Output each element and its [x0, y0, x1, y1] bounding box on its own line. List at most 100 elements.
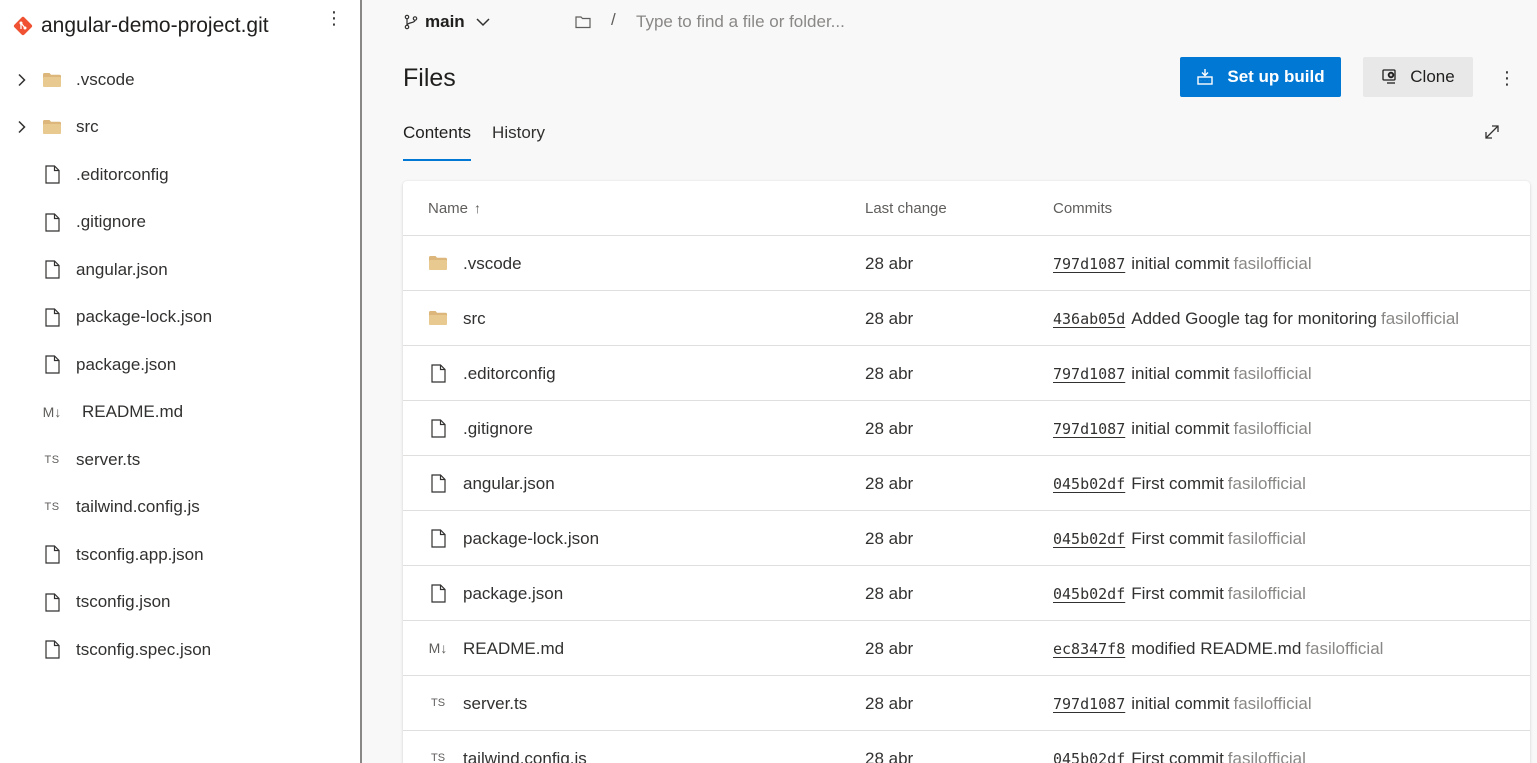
- tab-contents[interactable]: Contents: [403, 120, 472, 161]
- tree-item[interactable]: tsconfig.spec.json: [0, 626, 360, 674]
- file-icon: [428, 473, 448, 493]
- tree-item[interactable]: TS tailwind.config.js: [0, 484, 360, 532]
- page-title: Files: [403, 64, 456, 92]
- file-name[interactable]: tailwind.config.js: [463, 749, 587, 763]
- typescript-icon: TS: [44, 501, 60, 514]
- file-name[interactable]: package-lock.json: [463, 529, 599, 549]
- table-row[interactable]: .editorconfig 28 abr 797d1087 initial commi…: [403, 346, 1530, 401]
- table-row[interactable]: angular.json 28 abr 045b02df First commit fa…: [403, 456, 1530, 511]
- commit-hash-link[interactable]: 797d1087: [1053, 365, 1125, 383]
- typescript-icon: TS: [44, 453, 60, 466]
- file-icon: [42, 355, 62, 375]
- commit-cell: 045b02df First commit fasilofficial: [1053, 529, 1463, 549]
- commit-hash-link[interactable]: 045b02df: [1053, 530, 1125, 548]
- tree-item[interactable]: TS server.ts: [0, 436, 360, 484]
- commit-message: First commit: [1131, 529, 1224, 548]
- last-change-date: 28 abr: [865, 309, 914, 328]
- folder-icon: [428, 308, 448, 328]
- commit-author: fasilofficial: [1227, 529, 1306, 548]
- tree-item[interactable]: src: [0, 104, 360, 152]
- fullscreen-expand-icon[interactable]: [1482, 122, 1502, 142]
- file-name[interactable]: .gitignore: [463, 419, 533, 439]
- table-row[interactable]: M↓ README.md 28 abr ec8347f8 modified README…: [403, 621, 1530, 676]
- tree-item-label: package.json: [76, 354, 177, 374]
- commit-hash-link[interactable]: ec8347f8: [1053, 640, 1125, 658]
- commit-author: fasilofficial: [1227, 749, 1306, 763]
- table-row[interactable]: src 28 abr 436ab05d Added Google tag for mo…: [403, 291, 1530, 346]
- column-header-name[interactable]: Name ↑: [428, 200, 481, 217]
- tree-item[interactable]: tsconfig.json: [0, 579, 360, 627]
- commit-author: fasilofficial: [1233, 419, 1312, 438]
- tree-item[interactable]: angular.json: [0, 246, 360, 294]
- tree-item[interactable]: .vscode: [0, 56, 360, 104]
- clone-button[interactable]: Clone: [1363, 57, 1473, 97]
- more-actions-icon[interactable]: ⋮: [1495, 66, 1519, 90]
- table-row[interactable]: package.json 28 abr 045b02df First commit fa…: [403, 566, 1530, 621]
- table-row[interactable]: package-lock.json 28 abr 045b02df First com…: [403, 511, 1530, 566]
- build-pipeline-icon: [1196, 68, 1214, 86]
- table-row[interactable]: .vscode 28 abr 797d1087 initial commit fasil…: [403, 236, 1530, 291]
- file-name[interactable]: src: [463, 309, 486, 329]
- file-name[interactable]: server.ts: [463, 694, 527, 714]
- repo-header[interactable]: angular-demo-project.git: [12, 8, 352, 44]
- commit-cell: 797d1087 initial commit fasilofficial: [1053, 694, 1463, 714]
- sidebar-splitter[interactable]: [360, 0, 362, 763]
- commit-hash-link[interactable]: 797d1087: [1053, 420, 1125, 438]
- table-row[interactable]: TS server.ts 28 abr 797d1087 initial commit f…: [403, 676, 1530, 731]
- last-change-date: 28 abr: [865, 254, 914, 273]
- file-name[interactable]: package.json: [463, 584, 563, 604]
- commit-message: First commit: [1131, 474, 1224, 493]
- file-icon: [42, 640, 62, 660]
- file-name[interactable]: .vscode: [463, 254, 522, 274]
- commit-cell: 797d1087 initial commit fasilofficial: [1053, 254, 1463, 274]
- file-icon: [42, 165, 62, 185]
- tree-item-label: src: [76, 117, 99, 137]
- tree-item-label: angular.json: [76, 259, 168, 279]
- tree-item[interactable]: package.json: [0, 341, 360, 389]
- commit-hash-link[interactable]: 797d1087: [1053, 255, 1125, 273]
- setup-build-label: Set up build: [1227, 67, 1325, 86]
- path-search-input[interactable]: [636, 8, 1036, 36]
- chevron-right-icon[interactable]: [13, 119, 29, 135]
- table-header: Name ↑ Last change Commits: [403, 181, 1530, 236]
- tree-item[interactable]: .editorconfig: [0, 151, 360, 199]
- table-row[interactable]: .gitignore 28 abr 797d1087 initial commit fa…: [403, 401, 1530, 456]
- markdown-icon: M↓: [428, 640, 448, 656]
- tree-item[interactable]: package-lock.json: [0, 294, 360, 342]
- commit-cell: 045b02df First commit fasilofficial: [1053, 474, 1463, 494]
- file-icon: [42, 260, 62, 280]
- column-header-commits: Commits: [1053, 200, 1113, 217]
- tab-history[interactable]: History: [492, 120, 545, 161]
- tree-item-label: tailwind.config.js: [76, 497, 200, 517]
- last-change-date: 28 abr: [865, 419, 914, 438]
- folder-icon: [42, 117, 62, 137]
- branch-selector[interactable]: main: [403, 8, 491, 36]
- view-tabs: Contents History: [403, 120, 545, 162]
- tree-item[interactable]: M↓ README.md: [0, 389, 360, 437]
- table-row[interactable]: TS tailwind.config.js 28 abr 045b02df First …: [403, 731, 1530, 763]
- repo-more-icon[interactable]: ⋮: [322, 6, 346, 30]
- file-icon: [428, 363, 448, 383]
- commit-message: initial commit: [1131, 364, 1230, 383]
- file-name[interactable]: .editorconfig: [463, 364, 556, 384]
- file-name[interactable]: README.md: [463, 639, 564, 659]
- commit-hash-link[interactable]: 797d1087: [1053, 695, 1125, 713]
- file-icon: [42, 212, 62, 232]
- commit-hash-link[interactable]: 045b02df: [1053, 750, 1125, 763]
- tree-item[interactable]: .gitignore: [0, 199, 360, 247]
- tree-item-label: tsconfig.json: [76, 592, 171, 612]
- chevron-right-icon[interactable]: [13, 72, 29, 88]
- last-change-date: 28 abr: [865, 529, 914, 548]
- last-change-date: 28 abr: [865, 584, 914, 603]
- sort-ascending-icon: ↑: [474, 200, 482, 216]
- git-repo-icon: [12, 15, 34, 37]
- commit-hash-link[interactable]: 045b02df: [1053, 585, 1125, 603]
- setup-build-button[interactable]: Set up build: [1180, 57, 1341, 97]
- files-table: Name ↑ Last change Commits .vscode 28 abr 7…: [403, 181, 1530, 763]
- tree-item[interactable]: tsconfig.app.json: [0, 531, 360, 579]
- commit-author: fasilofficial: [1380, 309, 1460, 328]
- tree-item-label: .gitignore: [76, 212, 146, 232]
- file-name[interactable]: angular.json: [463, 474, 555, 494]
- commit-hash-link[interactable]: 436ab05d: [1053, 310, 1125, 328]
- commit-hash-link[interactable]: 045b02df: [1053, 475, 1125, 493]
